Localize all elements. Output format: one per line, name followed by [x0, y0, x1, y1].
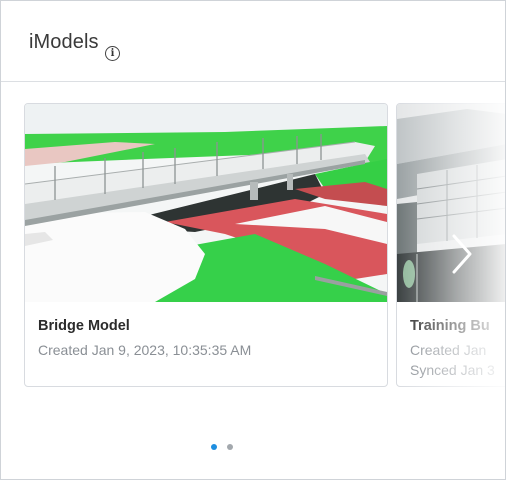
- page-dot-active[interactable]: [211, 444, 217, 450]
- card-dates: Created Jan Synced Jan 3: [410, 340, 495, 380]
- card-synced-date: Synced Jan 3: [410, 362, 495, 378]
- imodel-carousel: Bridge Model Created Jan 9, 2023, 10:35:…: [1, 82, 505, 412]
- imodel-card-bridge[interactable]: Bridge Model Created Jan 9, 2023, 10:35:…: [24, 103, 388, 387]
- card-title: Bridge Model: [38, 318, 130, 334]
- bridge-thumbnail: [25, 104, 387, 302]
- page-dot[interactable]: [227, 444, 233, 450]
- info-icon[interactable]: i: [105, 46, 120, 61]
- imodels-panel: iModels i Bridge Model Created Jan 9, 20…: [0, 0, 506, 480]
- page-title: iModels: [29, 31, 99, 53]
- panel-header: iModels i: [1, 1, 505, 82]
- card-created-date: Created Jan 9, 2023, 10:35:35 AM: [38, 342, 252, 358]
- card-title: Training Bu: [410, 318, 490, 334]
- card-created-date: Created Jan: [410, 342, 487, 358]
- chevron-right-icon[interactable]: [446, 232, 474, 276]
- carousel-pagination: [1, 444, 505, 454]
